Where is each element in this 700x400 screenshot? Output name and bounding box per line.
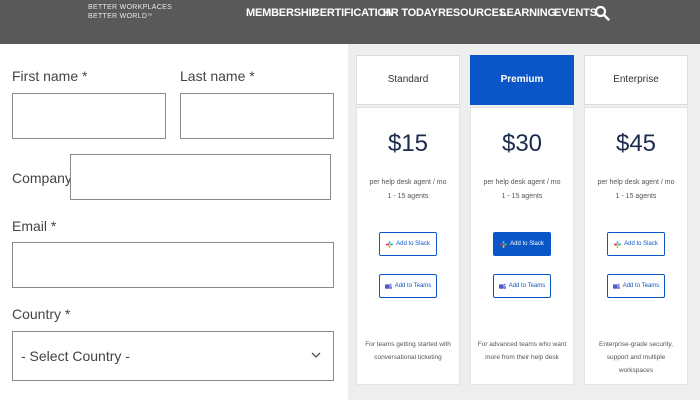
slack-icon [500, 240, 508, 248]
email-label: Email * [12, 218, 57, 234]
nav-membership[interactable]: MEMBERSHIP [246, 7, 319, 19]
first-name-field[interactable] [12, 93, 166, 139]
nav-events[interactable]: EVENTS [554, 7, 597, 19]
plan-description: For advanced teams who want more from th… [477, 341, 567, 361]
teams-icon [612, 283, 620, 289]
add-to-slack-button[interactable]: Add to Slack [379, 232, 437, 256]
add-to-slack-button[interactable]: Add to Slack [607, 232, 665, 256]
plan-description: For teams getting started with conversat… [365, 341, 451, 361]
plan-name: Premium [500, 74, 544, 85]
plan-per-unit: per help desk agent / mo [369, 179, 447, 186]
plan-agents: 1 - 15 agents [387, 193, 429, 200]
top-nav: BETTER WORKPLACES BETTER WORLD™ MEMBERSH… [0, 0, 700, 44]
add-to-slack-label: Add to Slack [510, 241, 544, 247]
company-field[interactable] [70, 154, 331, 200]
slack-icon [614, 240, 622, 248]
country-selected-value: - Select Country - [21, 348, 130, 364]
add-to-slack-label: Add to Slack [396, 241, 430, 247]
plan-agents: 1 - 15 agents [615, 193, 657, 200]
nav-resources[interactable]: RESOURCES [438, 7, 506, 19]
plan-per-unit: per help desk agent / mo [483, 179, 561, 186]
add-to-slack-label: Add to Slack [624, 241, 658, 247]
teams-icon [498, 283, 506, 289]
plan-price: $30 [501, 130, 543, 157]
plan-price: $15 [387, 130, 429, 157]
brand-line-2: BETTER WORLD™ [88, 13, 153, 20]
teams-icon [384, 283, 392, 289]
chevron-down-icon [311, 352, 321, 358]
add-to-teams-label: Add to Teams [394, 283, 432, 289]
email-input[interactable] [13, 243, 333, 287]
plan-card-premium: $30 per help desk agent / mo 1 - 15 agen… [470, 107, 574, 385]
last-name-field[interactable] [180, 93, 334, 139]
plan-agents: 1 - 15 agents [501, 193, 543, 200]
plan-description: Enterprise-grade security, support and m… [599, 341, 673, 374]
add-to-teams-button[interactable]: Add to Teams [607, 274, 665, 298]
add-to-teams-label: Add to Teams [508, 283, 546, 289]
last-name-input[interactable] [181, 94, 333, 138]
search-icon[interactable] [594, 5, 610, 21]
plan-card-enterprise: $45 per help desk agent / mo 1 - 15 agen… [584, 107, 688, 385]
add-to-teams-button[interactable]: Add to Teams [493, 274, 551, 298]
plan-name: Enterprise [613, 74, 659, 85]
plan-per-unit: per help desk agent / mo [597, 179, 675, 186]
plan-name: Standard [387, 74, 429, 85]
company-input[interactable] [71, 155, 330, 199]
brand-logo[interactable]: BETTER WORKPLACES BETTER WORLD™ [88, 3, 172, 21]
plan-price: $45 [615, 130, 657, 157]
nav-hr-today[interactable]: HR TODAY [383, 7, 438, 19]
add-to-slack-button[interactable]: Add to Slack [493, 232, 551, 256]
first-name-label: First name * [12, 68, 88, 84]
country-label: Country * [12, 306, 71, 322]
first-name-input[interactable] [13, 94, 165, 138]
add-to-teams-label: Add to Teams [622, 283, 660, 289]
slack-icon [386, 240, 394, 248]
nav-certification[interactable]: CERTIFICATION [312, 7, 394, 19]
last-name-label: Last name * [180, 68, 255, 84]
plan-tab-enterprise[interactable]: Enterprise [584, 55, 688, 105]
plan-card-standard: $15 per help desk agent / mo 1 - 15 agen… [356, 107, 460, 385]
email-field[interactable] [12, 242, 334, 288]
nav-learning[interactable]: LEARNING [500, 7, 556, 19]
brand-line-1: BETTER WORKPLACES [88, 4, 173, 11]
add-to-teams-button[interactable]: Add to Teams [379, 274, 437, 298]
plan-tab-standard[interactable]: Standard [356, 55, 460, 105]
plan-tab-premium[interactable]: Premium [470, 55, 574, 105]
country-select[interactable]: - Select Country - [12, 331, 334, 381]
